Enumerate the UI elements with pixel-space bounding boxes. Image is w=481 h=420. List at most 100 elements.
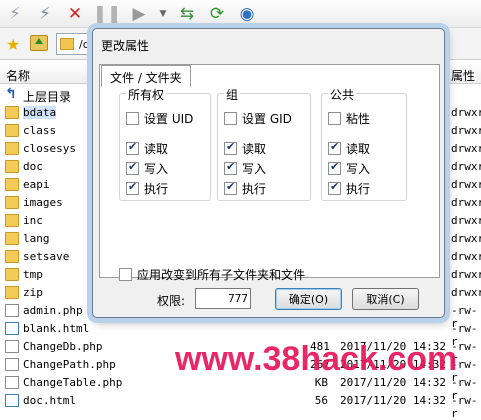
checkbox-label: 设置 UID <box>144 112 194 126</box>
file-name: admin.php <box>23 304 83 317</box>
file-attr: drwxr <box>451 106 481 119</box>
file-attr: drwxr <box>451 232 481 245</box>
folder-icon <box>5 214 19 227</box>
file-date: 2017/11/20 14:32 <box>340 394 446 407</box>
file-name: doc.html <box>23 394 76 407</box>
file-icon <box>5 358 19 371</box>
checkbox-box[interactable] <box>328 112 341 125</box>
folder-icon <box>5 106 19 119</box>
ok-button[interactable]: 确定(O) <box>275 288 342 310</box>
file-name: blank.html <box>23 322 90 335</box>
owner-write-checkbox[interactable]: 写入 <box>126 160 168 177</box>
file-size: 56 <box>314 394 328 407</box>
up-arrow-icon: ↰ <box>5 86 17 102</box>
checkbox-box[interactable] <box>126 180 139 195</box>
group-read-checkbox[interactable]: 读取 <box>224 140 266 157</box>
bookmark-star-icon[interactable]: ★ <box>6 35 20 54</box>
file-name: setsave <box>23 250 70 263</box>
apply-recursive-checkbox[interactable]: 应用改变到所有子文件夹和文件 <box>119 266 305 283</box>
apply-recursive-label: 应用改变到所有子文件夹和文件 <box>137 268 306 282</box>
owner-setuid-checkbox[interactable]: 设置 UID <box>126 110 193 127</box>
owner-group-label: 所有权 <box>126 86 167 103</box>
owner-read-checkbox[interactable]: 读取 <box>126 140 168 157</box>
group-group-label: 组 <box>224 86 241 103</box>
file-icon <box>5 340 19 353</box>
folder-icon <box>60 38 74 50</box>
checkbox-box[interactable] <box>328 140 341 155</box>
folder-icon <box>5 286 19 299</box>
transfer-icon[interactable]: ▶ <box>128 3 150 25</box>
file-name: ChangeDb.php <box>23 340 103 353</box>
group-exec-checkbox[interactable]: 执行 <box>224 180 266 197</box>
folder-icon <box>5 142 19 155</box>
column-attr-header[interactable]: 属性 <box>451 67 475 84</box>
checkbox-label: 读取 <box>144 142 169 156</box>
owner-exec-checkbox[interactable]: 执行 <box>126 180 168 197</box>
public-read-checkbox[interactable]: 读取 <box>328 140 370 157</box>
file-name: doc <box>23 160 43 173</box>
checkbox-box[interactable] <box>224 180 237 195</box>
checkbox-box[interactable] <box>224 140 237 155</box>
checkbox-label: 设置 GID <box>242 112 292 126</box>
checkbox-box[interactable] <box>126 140 139 155</box>
public-exec-checkbox[interactable]: 执行 <box>328 180 370 197</box>
html-file-icon <box>5 322 19 335</box>
checkbox-box[interactable] <box>328 160 341 175</box>
public-write-checkbox[interactable]: 写入 <box>328 160 370 177</box>
refresh-icon[interactable]: ⟳ <box>206 3 228 25</box>
file-name: 上层目录 <box>23 90 72 104</box>
public-sticky-checkbox[interactable]: 粘性 <box>328 110 370 127</box>
file-icon <box>5 376 19 389</box>
checkbox-label: 执行 <box>242 182 267 196</box>
checkbox-label: 读取 <box>242 142 267 156</box>
checkbox-box[interactable] <box>119 268 132 281</box>
column-name-header[interactable]: 名称 <box>6 67 30 84</box>
cancel-button[interactable]: 取消(C) <box>352 288 419 310</box>
toolbar: ⚡ ⚡ ✕ ❚❚ ▶ ▼ ⇆ ⟳ ◉ <box>0 0 481 28</box>
file-attr: drwxr <box>451 124 481 137</box>
file-attr: drwxr <box>451 268 481 281</box>
checkbox-box[interactable] <box>126 112 139 125</box>
group-setgid-checkbox[interactable]: 设置 GID <box>224 110 292 127</box>
checkbox-box[interactable] <box>126 160 139 175</box>
file-name: images <box>23 196 63 209</box>
checkbox-label: 写入 <box>144 162 169 176</box>
checkbox-label: 执行 <box>346 182 371 196</box>
file-name: zip <box>23 286 43 299</box>
permission-input[interactable]: 777 <box>195 288 251 309</box>
file-attr: drwxr <box>451 214 481 227</box>
checkbox-label: 执行 <box>144 182 169 196</box>
stop-icon[interactable]: ✕ <box>64 3 86 25</box>
file-name: eapi <box>23 178 50 191</box>
file-name: inc <box>23 214 43 227</box>
parent-folder-icon[interactable] <box>30 35 48 51</box>
checkbox-label: 粘性 <box>346 112 371 126</box>
globe-icon[interactable]: ◉ <box>236 3 258 25</box>
file-row[interactable]: blank.html -rw-r <box>0 320 481 348</box>
group-write-checkbox[interactable]: 写入 <box>224 160 266 177</box>
folder-icon <box>5 232 19 245</box>
folder-icon <box>5 178 19 191</box>
file-attr: drwxr <box>451 196 481 209</box>
checkbox-box[interactable] <box>224 112 237 125</box>
dialog-title: 更改属性 <box>101 39 150 53</box>
file-name: ChangeTable.php <box>23 376 123 389</box>
file-icon <box>5 304 19 317</box>
connect-icon[interactable]: ⚡ <box>4 3 26 25</box>
file-attr: drwxr <box>451 160 481 173</box>
file-attr: drwxr <box>451 178 481 191</box>
tab-file-folder[interactable]: 文件 / 文件夹 <box>101 65 191 87</box>
checkbox-box[interactable] <box>328 180 341 195</box>
checkbox-box[interactable] <box>224 160 237 175</box>
file-row[interactable]: doc.html 56 2017/11/20 14:32 -rw-r <box>0 392 481 420</box>
public-group: 公共 粘性 读取 写入 执行 <box>321 86 407 201</box>
chevron-down-icon[interactable]: ▼ <box>152 3 174 25</box>
checkbox-label: 写入 <box>346 162 371 176</box>
disconnect-icon[interactable]: ⚡ <box>34 3 56 25</box>
pause-icon[interactable]: ❚❚ <box>93 3 122 25</box>
file-name: class <box>23 124 57 137</box>
sync-icon[interactable]: ⇆ <box>176 3 198 25</box>
folder-icon <box>5 196 19 209</box>
owner-group: 所有权 设置 UID 读取 写入 执行 <box>119 86 211 201</box>
public-group-label: 公共 <box>328 86 357 103</box>
